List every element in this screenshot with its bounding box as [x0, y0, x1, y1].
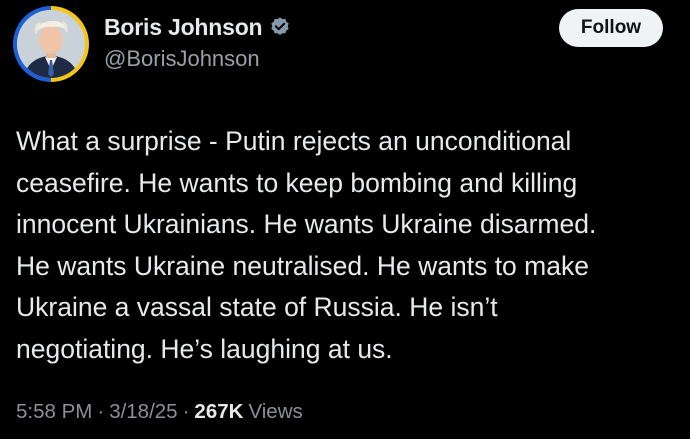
display-name[interactable]: Boris Johnson: [104, 14, 263, 41]
avatar[interactable]: [13, 6, 89, 82]
meta-separator: ·: [97, 400, 105, 423]
tweet-card: Boris Johnson @BorisJohnson Follow What …: [0, 0, 690, 439]
tweet-text-line: What a surprise - Putin rejects an uncon…: [16, 126, 572, 156]
verified-badge-icon: [269, 16, 291, 38]
name-row: Boris Johnson: [104, 12, 291, 42]
meta-separator: ·: [182, 400, 190, 423]
tweet-text-line: Ukraine a vassal state of Russia. He isn…: [16, 292, 498, 322]
tweet-text-line: negotiating. He’s laughing at us.: [16, 333, 393, 364]
tweet-meta: 5:58 PM · 3/18/25 · 267K Views: [16, 400, 303, 424]
tweet-text-line: innocent Ukrainians. He wants Ukraine di…: [16, 209, 597, 239]
follow-button[interactable]: Follow: [559, 9, 663, 47]
tweet-text-line: He wants Ukraine neutralised. He wants t…: [16, 250, 589, 281]
tweet-text-line: ceasefire. He wants to keep bombing and …: [16, 167, 578, 198]
views-count: 267K: [194, 400, 244, 423]
views-label: Views: [248, 400, 303, 423]
tweet-date[interactable]: 3/18/25: [109, 400, 177, 424]
user-handle[interactable]: @BorisJohnson: [104, 46, 291, 72]
tweet-text: What a surprise - Putin rejects an uncon…: [16, 121, 676, 370]
tweet-time[interactable]: 5:58 PM: [16, 400, 92, 424]
avatar-image: [17, 10, 85, 78]
user-header: Boris Johnson @BorisJohnson: [104, 12, 291, 72]
